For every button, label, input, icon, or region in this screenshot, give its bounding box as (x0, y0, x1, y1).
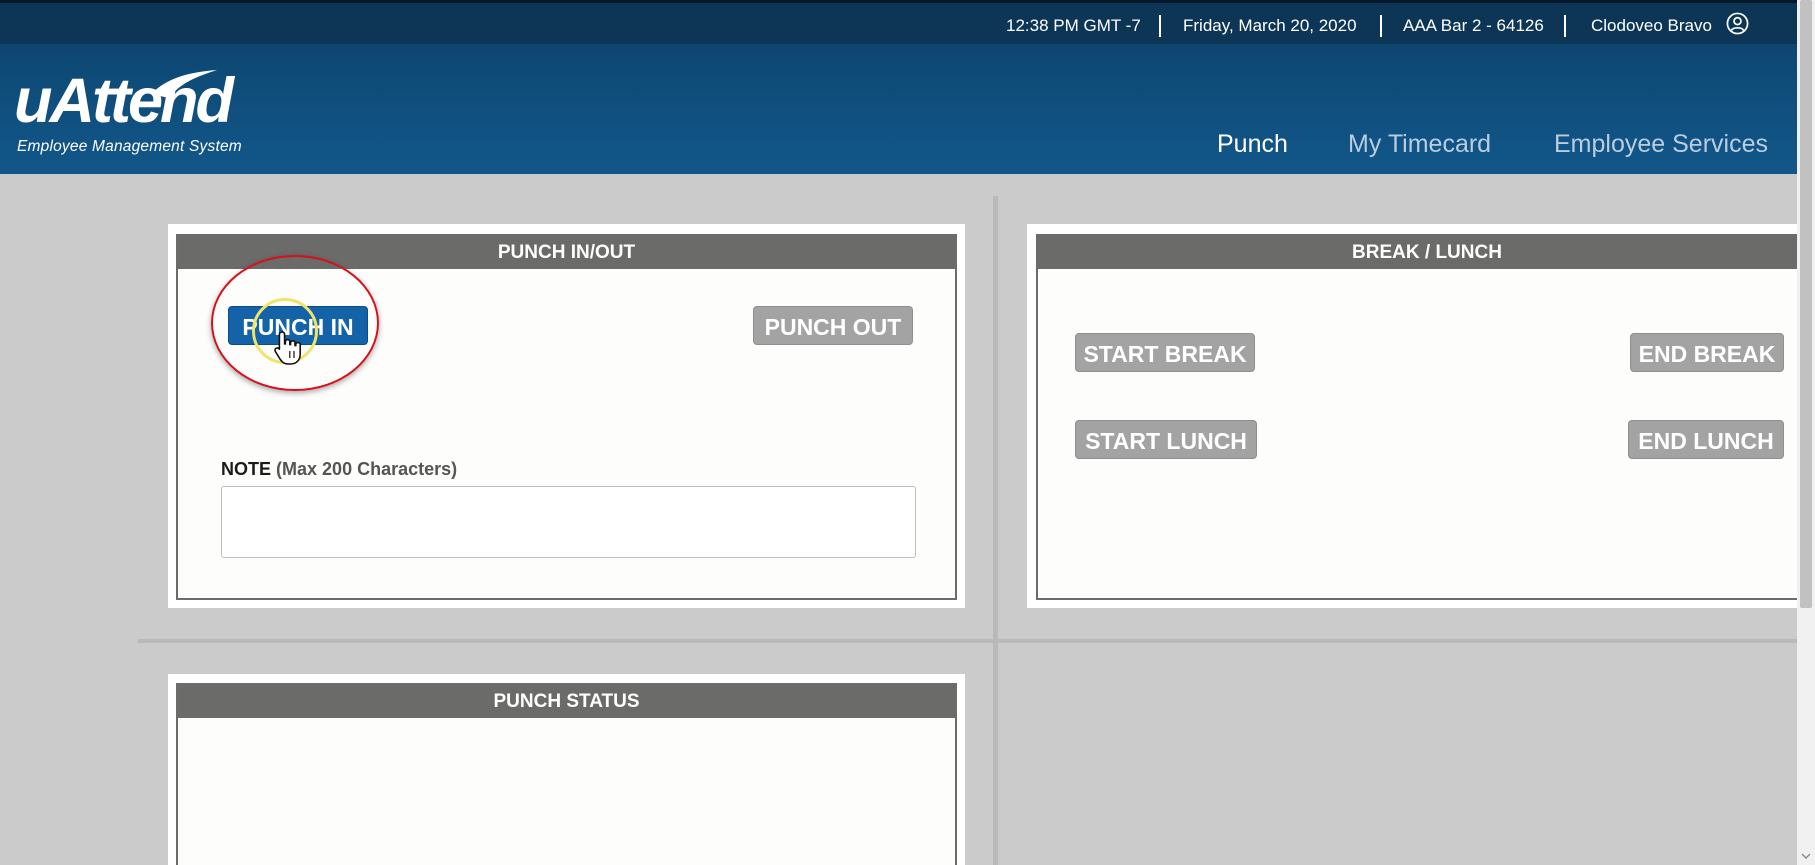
row-divider (138, 639, 1797, 643)
divider (1380, 15, 1382, 37)
current-date: Friday, March 20, 2020 (1183, 16, 1357, 35)
user-circle-icon[interactable] (1726, 12, 1749, 35)
uattend-logo[interactable]: uAttend Employee Management System (14, 70, 274, 160)
column-divider (993, 196, 998, 865)
start-break-button[interactable]: START BREAK (1075, 333, 1255, 372)
top-info-bar: 12:38 PM GMT -7 Friday, March 20, 2020 A… (0, 0, 1797, 44)
note-max-hint: (Max 200 Characters) (276, 459, 458, 479)
break-panel-title: BREAK / LUNCH (1038, 236, 1797, 269)
logo-tagline: Employee Management System (17, 138, 242, 155)
break-panel: BREAK / LUNCH START BREAK END BREAK STAR… (1036, 234, 1797, 600)
status-panel-title: PUNCH STATUS (178, 685, 955, 718)
hand-cursor-icon (274, 331, 301, 365)
note-label: NOTE (Max 200 Characters) (221, 459, 457, 480)
nav-employee-services[interactable]: Employee Services (1554, 130, 1768, 159)
divider (1564, 15, 1566, 37)
divider (1159, 15, 1161, 37)
app-header: 12:38 PM GMT -7 Friday, March 20, 2020 A… (0, 0, 1797, 174)
punch-out-button[interactable]: PUNCH OUT (753, 306, 913, 345)
scroll-down-arrow-icon[interactable] (1801, 851, 1811, 861)
note-label-text: NOTE (221, 459, 272, 479)
location-label: AAA Bar 2 - 64126 (1403, 16, 1544, 35)
scrollbar-thumb[interactable] (1800, 0, 1812, 608)
note-input[interactable] (221, 486, 916, 558)
nav-my-timecard[interactable]: My Timecard (1348, 130, 1491, 159)
user-name[interactable]: Clodoveo Bravo (1591, 16, 1712, 36)
logo-wordmark: uAttend (14, 66, 234, 136)
current-time: 12:38 PM GMT -7 (1006, 16, 1141, 35)
status-panel: PUNCH STATUS (176, 683, 957, 865)
end-lunch-button[interactable]: END LUNCH (1628, 420, 1784, 459)
nav-punch[interactable]: Punch (1217, 130, 1288, 159)
start-lunch-button[interactable]: START LUNCH (1075, 420, 1257, 459)
end-break-button[interactable]: END BREAK (1630, 333, 1784, 372)
break-panel-title-text: BREAK / LUNCH (1352, 242, 1502, 263)
